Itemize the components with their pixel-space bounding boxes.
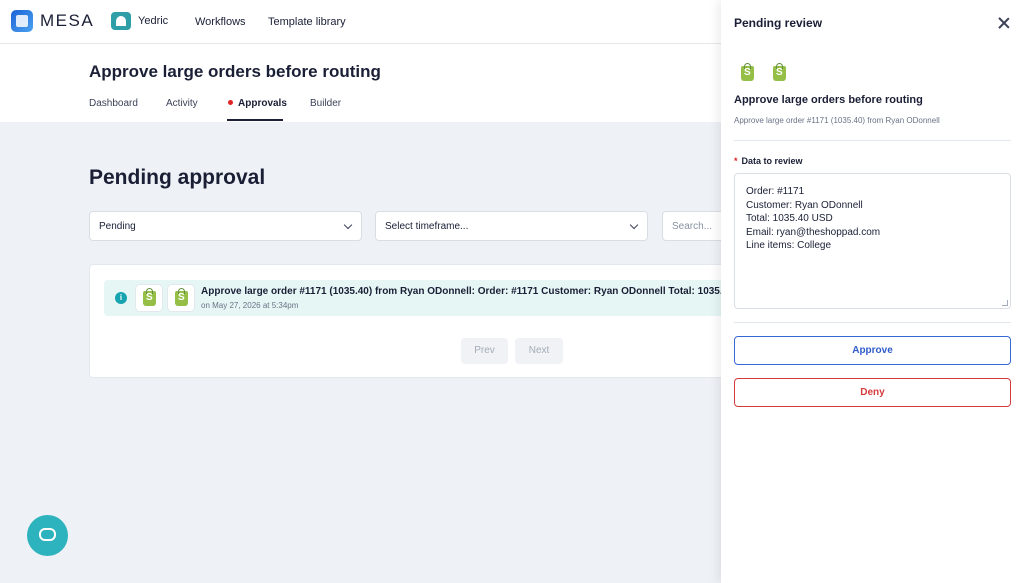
- list-item[interactable]: i Approve large order #1171 (1035.40) fr…: [104, 280, 739, 316]
- data-review-value: Order: #1171 Customer: Ryan ODonnell Tot…: [746, 186, 881, 251]
- shopify-app-icon: [135, 284, 163, 312]
- divider: [734, 140, 1011, 141]
- list-item-date: on May 27, 2026 at 5:34pm: [201, 301, 299, 310]
- shop-icon: [111, 12, 131, 30]
- shopify-app-icon: [167, 284, 195, 312]
- chevron-down-icon: [629, 220, 639, 230]
- close-icon[interactable]: [998, 17, 1010, 29]
- shopify-app-icon: [734, 60, 761, 87]
- drawer-title: Pending review: [734, 16, 823, 30]
- tab-approvals[interactable]: Approvals: [228, 98, 287, 109]
- tab-dashboard[interactable]: Dashboard: [89, 98, 138, 109]
- shop-name: Yedric: [138, 15, 169, 27]
- approvals-list-card: i Approve large order #1171 (1035.40) fr…: [89, 264, 739, 378]
- chevron-down-icon: [343, 220, 353, 230]
- list-item-title: Approve large order #1171 (1035.40) from…: [201, 286, 739, 297]
- shop-switcher[interactable]: Yedric: [111, 12, 168, 30]
- logo-text: MESA: [40, 11, 95, 30]
- prev-button[interactable]: Prev: [461, 338, 508, 364]
- approval-subtitle: Approve large order #1171 (1035.40) from…: [734, 116, 940, 125]
- active-tab-indicator: [227, 119, 283, 121]
- mesa-logo[interactable]: MESA: [11, 10, 94, 32]
- chat-bubble-icon: [39, 528, 56, 541]
- page-title: Approve large orders before routing: [89, 62, 381, 81]
- tab-builder[interactable]: Builder: [310, 98, 341, 109]
- workflow-title: Approve large orders before routing: [734, 94, 923, 106]
- chat-button[interactable]: [27, 515, 68, 556]
- deny-button[interactable]: Deny: [734, 378, 1011, 407]
- pending-review-drawer: Pending review Approve large orders befo…: [721, 0, 1024, 583]
- required-asterisk: *: [734, 156, 738, 166]
- approve-button[interactable]: Approve: [734, 336, 1011, 365]
- tab-activity[interactable]: Activity: [166, 98, 198, 109]
- section-title: Pending approval: [89, 166, 266, 189]
- resize-handle-icon[interactable]: [1002, 300, 1008, 306]
- mesa-logo-icon: [11, 10, 33, 32]
- tab-approvals-label: Approvals: [238, 98, 287, 109]
- nav-template-library[interactable]: Template library: [268, 16, 346, 28]
- info-icon: i: [115, 292, 127, 304]
- status-select-value: Pending: [99, 221, 136, 232]
- shopify-bag-icon: [741, 63, 754, 81]
- next-button[interactable]: Next: [515, 338, 563, 364]
- shopify-bag-icon: [773, 63, 786, 81]
- field-label-text: Data to review: [741, 156, 803, 166]
- nav-workflows[interactable]: Workflows: [195, 16, 246, 28]
- notification-dot-icon: [228, 99, 233, 105]
- timeframe-select[interactable]: Select timeframe...: [375, 211, 648, 241]
- divider: [734, 322, 1011, 323]
- timeframe-select-value: Select timeframe...: [385, 221, 469, 232]
- field-label: * Data to review: [734, 156, 803, 166]
- shopify-bag-icon: [175, 288, 188, 306]
- data-review-textarea[interactable]: Order: #1171 Customer: Ryan ODonnell Tot…: [734, 173, 1011, 309]
- shopify-app-icon: [766, 60, 793, 87]
- status-select[interactable]: Pending: [89, 211, 362, 241]
- shopify-bag-icon: [143, 288, 156, 306]
